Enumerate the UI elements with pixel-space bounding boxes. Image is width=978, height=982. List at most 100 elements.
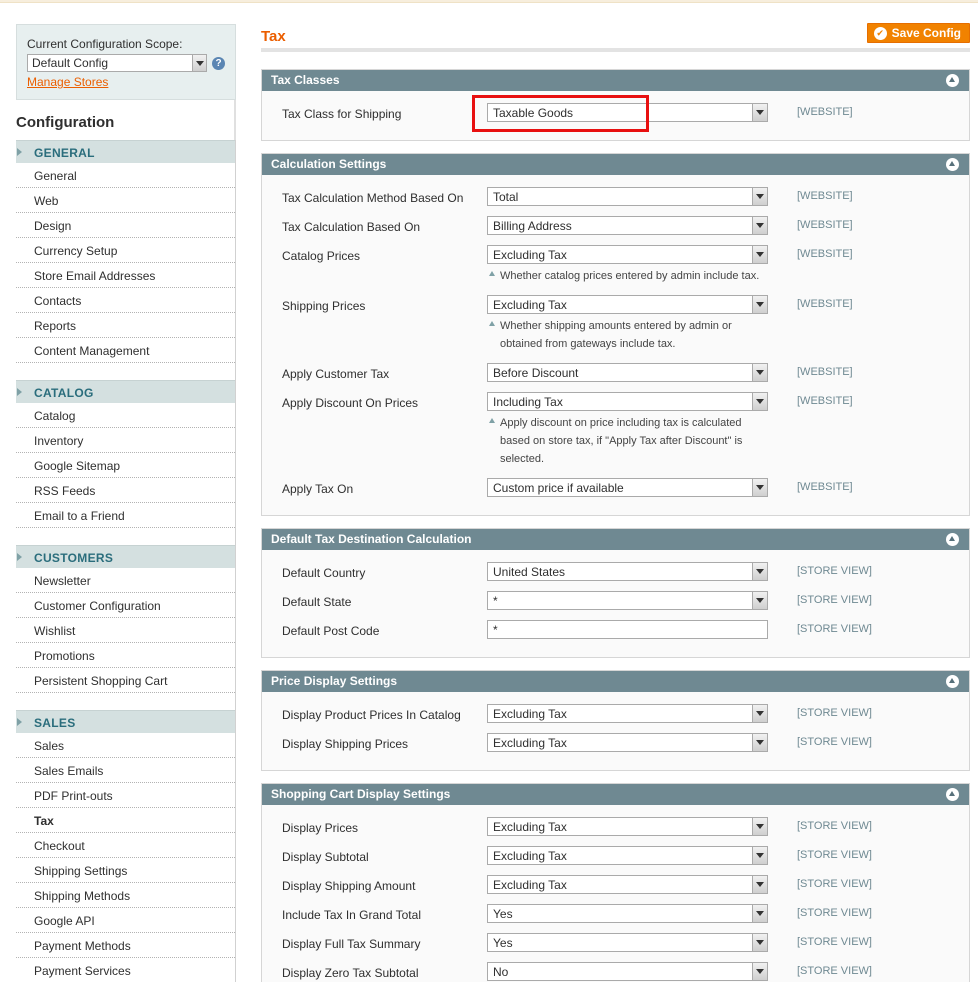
manage-stores-link[interactable]: Manage Stores	[27, 75, 225, 89]
sidebar-item-design[interactable]: Design	[16, 213, 235, 238]
sidebar-item-newsletter[interactable]: Newsletter	[16, 568, 235, 593]
sidebar-item-customer-configuration[interactable]: Customer Configuration	[16, 593, 235, 618]
scope-select[interactable]: Default Config	[27, 54, 208, 72]
collapse-icon[interactable]	[946, 533, 959, 546]
collapse-icon[interactable]	[946, 158, 959, 171]
field-select[interactable]: Excluding Tax	[487, 245, 768, 264]
collapse-icon[interactable]	[946, 788, 959, 801]
field-container: Excluding Tax Whether catalog prices ente…	[487, 245, 768, 285]
field-label: Display Subtotal	[282, 850, 369, 864]
config-row: Apply Discount On Prices Including Tax App…	[262, 392, 969, 478]
field-select[interactable]: Total	[487, 187, 768, 206]
section-body: Display Product Prices In Catalog Excludi…	[262, 692, 969, 770]
section-header[interactable]: Shopping Cart Display Settings	[262, 784, 969, 805]
section-header[interactable]: Default Tax Destination Calculation	[262, 529, 969, 550]
nav-group-header[interactable]: CUSTOMERS	[16, 545, 235, 568]
select-value: Excluding Tax	[493, 849, 567, 863]
field-select[interactable]: Custom price if available	[487, 478, 768, 497]
field-select[interactable]: *	[487, 591, 768, 610]
field-select[interactable]: Yes	[487, 904, 768, 923]
sidebar-item-store-email-addresses[interactable]: Store Email Addresses	[16, 263, 235, 288]
select-value: Including Tax	[493, 395, 563, 409]
sidebar-item-contacts[interactable]: Contacts	[16, 288, 235, 313]
scope-badge: [STORE VIEW]	[797, 820, 872, 832]
sidebar-item-sales[interactable]: Sales	[16, 733, 235, 758]
save-config-button[interactable]: ✔ Save Config	[866, 23, 970, 43]
nav-group-header[interactable]: SALES	[16, 710, 235, 733]
help-icon[interactable]: ?	[212, 56, 225, 70]
field-select[interactable]: United States	[487, 562, 768, 581]
config-row: Display Subtotal Excluding Tax [STORE VIEW…	[262, 846, 969, 875]
sidebar-item-payment-services[interactable]: Payment Services	[16, 958, 235, 982]
sidebar-item-wishlist[interactable]: Wishlist	[16, 618, 235, 643]
section-body: Tax Calculation Method Based On Total [WEB…	[262, 175, 969, 515]
config-sections: Tax Classes Tax Class for Shipping Taxable…	[261, 69, 970, 982]
chevron-down-icon	[752, 188, 767, 205]
config-row: Display Zero Tax Subtotal No [STORE VIEW]	[262, 962, 969, 982]
sidebar-item-reports[interactable]: Reports	[16, 313, 235, 338]
sidebar-item-shipping-settings[interactable]: Shipping Settings	[16, 858, 235, 883]
nav-group-header[interactable]: CATALOG	[16, 380, 235, 403]
sidebar-item-general[interactable]: General	[16, 163, 235, 188]
nav-group-header[interactable]: GENERAL	[16, 140, 235, 163]
field-input[interactable]: *	[487, 620, 768, 639]
field-select[interactable]: Billing Address	[487, 216, 768, 235]
sidebar-item-tax[interactable]: Tax	[16, 808, 235, 833]
collapse-icon[interactable]	[946, 675, 959, 688]
field-note: Apply discount on price including tax is…	[487, 411, 768, 468]
field-label: Display Zero Tax Subtotal	[282, 966, 419, 980]
config-row: Display Shipping Amount Excluding Tax [STO…	[262, 875, 969, 904]
collapse-icon[interactable]	[946, 74, 959, 87]
sidebar-item-payment-methods[interactable]: Payment Methods	[16, 933, 235, 958]
field-select[interactable]: Excluding Tax	[487, 817, 768, 836]
scope-label: Current Configuration Scope:	[27, 37, 183, 51]
configuration-title: Configuration	[16, 100, 236, 140]
chevron-down-icon	[752, 393, 767, 410]
scope-badge: [WEBSITE]	[797, 481, 853, 493]
nav-spacer	[16, 528, 236, 545]
field-select[interactable]: Excluding Tax	[487, 733, 768, 752]
select-value: Yes	[493, 936, 513, 950]
section-header[interactable]: Tax Classes	[262, 70, 969, 91]
sidebar-item-persistent-shopping-cart[interactable]: Persistent Shopping Cart	[16, 668, 235, 693]
scope-badge: [WEBSITE]	[797, 366, 853, 378]
scope-badge: [STORE VIEW]	[797, 936, 872, 948]
section-header[interactable]: Price Display Settings	[262, 671, 969, 692]
select-value: Yes	[493, 907, 513, 921]
section-header[interactable]: Calculation Settings	[262, 154, 969, 175]
sidebar-item-inventory[interactable]: Inventory	[16, 428, 235, 453]
config-row: Display Full Tax Summary Yes [STORE VIEW]	[262, 933, 969, 962]
field-select[interactable]: Yes	[487, 933, 768, 952]
sidebar-item-web[interactable]: Web	[16, 188, 235, 213]
nav-spacer	[16, 363, 236, 380]
sidebar-item-sales-emails[interactable]: Sales Emails	[16, 758, 235, 783]
select-value: Custom price if available	[493, 481, 624, 495]
field-container: Custom price if available	[487, 478, 768, 497]
field-select[interactable]: Before Discount	[487, 363, 768, 382]
sidebar-item-rss-feeds[interactable]: RSS Feeds	[16, 478, 235, 503]
select-value: Total	[493, 190, 519, 204]
sidebar-item-catalog[interactable]: Catalog	[16, 403, 235, 428]
sidebar-item-currency-setup[interactable]: Currency Setup	[16, 238, 235, 263]
field-select[interactable]: Excluding Tax	[487, 846, 768, 865]
sidebar-item-google-api[interactable]: Google API	[16, 908, 235, 933]
sidebar-item-shipping-methods[interactable]: Shipping Methods	[16, 883, 235, 908]
sidebar-item-google-sitemap[interactable]: Google Sitemap	[16, 453, 235, 478]
nav-group-catalog: CATALOG Catalog Inventory Google Sitemap RSS…	[16, 380, 236, 528]
field-select[interactable]: Excluding Tax	[487, 295, 768, 314]
sidebar-item-pdf-print-outs[interactable]: PDF Print-outs	[16, 783, 235, 808]
sidebar-item-email-to-a-friend[interactable]: Email to a Friend	[16, 503, 235, 528]
field-select[interactable]: Taxable Goods	[472, 95, 768, 132]
field-select[interactable]: Excluding Tax	[487, 704, 768, 723]
sidebar-item-checkout[interactable]: Checkout	[16, 833, 235, 858]
sidebar-item-content-management[interactable]: Content Management	[16, 338, 235, 363]
field-select[interactable]: No	[487, 962, 768, 981]
field-select[interactable]: Including Tax	[487, 392, 768, 411]
chevron-down-icon	[752, 963, 767, 980]
field-container: Yes	[487, 933, 768, 952]
scope-select-value: Default Config	[32, 56, 109, 70]
sidebar-item-promotions[interactable]: Promotions	[16, 643, 235, 668]
chevron-down-icon	[752, 905, 767, 922]
field-select[interactable]: Excluding Tax	[487, 875, 768, 894]
scope-badge: [STORE VIEW]	[797, 707, 872, 719]
